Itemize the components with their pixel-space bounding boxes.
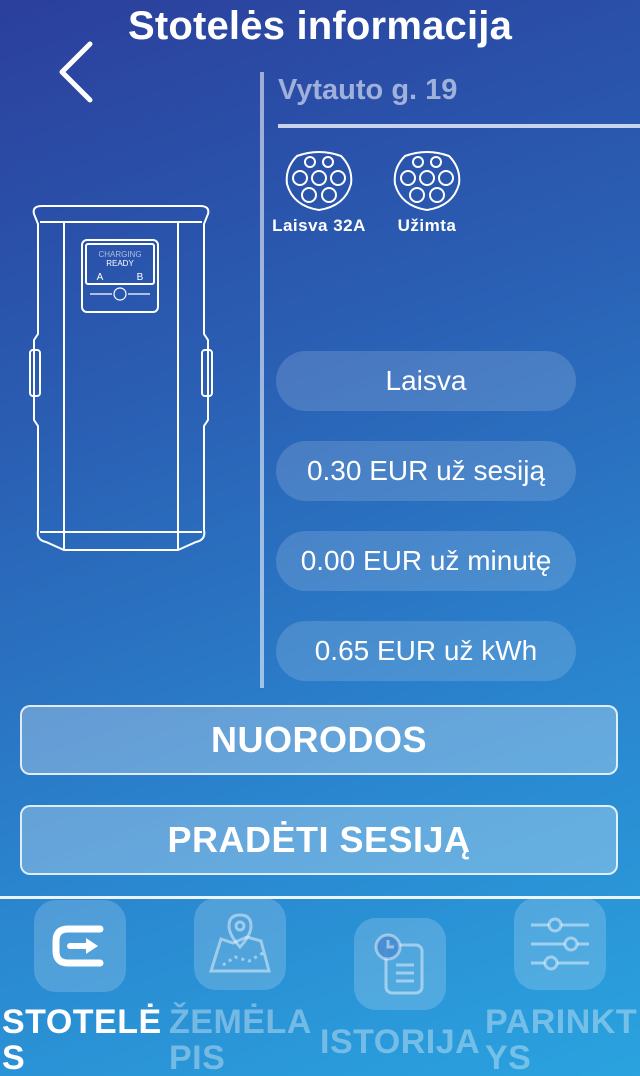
tab-stations[interactable]: STOTELĖS xyxy=(0,898,160,1076)
kwh-price: 0.65 EUR už kWh xyxy=(276,621,576,681)
tab-history-label: ISTORIJA xyxy=(320,1023,481,1061)
chevron-left-icon xyxy=(59,41,93,103)
connector-2-label: Užimta xyxy=(397,216,457,235)
directions-button[interactable]: NUORODOS xyxy=(20,705,618,775)
map-icon xyxy=(194,898,286,990)
tab-map[interactable]: ŽEMĖLAPIS xyxy=(165,898,315,1076)
type2-connector-icon xyxy=(393,151,461,212)
tab-history[interactable]: ISTORIJA xyxy=(318,898,483,1076)
type2-connector-icon xyxy=(285,151,353,212)
station-address: Vytauto g. 19 xyxy=(278,74,458,106)
charger-icon xyxy=(34,900,126,992)
connector-1-label: Laisva 32A xyxy=(272,216,366,235)
tab-settings[interactable]: PARINKTYS xyxy=(483,898,640,1076)
charger-display-line1: CHARGING xyxy=(98,250,141,259)
tab-stations-label: STOTELĖS xyxy=(2,1003,160,1076)
settings-sliders-icon xyxy=(514,898,606,990)
charger-display-left: A xyxy=(97,272,104,283)
charger-station-image: CHARGING READY A B xyxy=(28,200,214,561)
tab-settings-label: PARINKTYS xyxy=(485,1003,638,1076)
address-underline xyxy=(278,124,640,128)
start-session-button[interactable]: PRADĖTI SESIJĄ xyxy=(20,805,618,875)
tab-map-label: ŽEMĖLAPIS xyxy=(169,1003,312,1076)
charger-display-right: B xyxy=(137,272,144,283)
connector-1[interactable]: Laisva 32A xyxy=(264,148,374,236)
history-icon xyxy=(354,918,446,1010)
back-button[interactable] xyxy=(56,40,100,104)
connector-2[interactable]: Užimta xyxy=(372,148,482,236)
session-price: 0.30 EUR už sesiją xyxy=(276,441,576,501)
status-badge: Laisva xyxy=(276,351,576,411)
charger-display-line2: READY xyxy=(106,259,134,268)
minute-price: 0.00 EUR už minutę xyxy=(276,531,576,591)
